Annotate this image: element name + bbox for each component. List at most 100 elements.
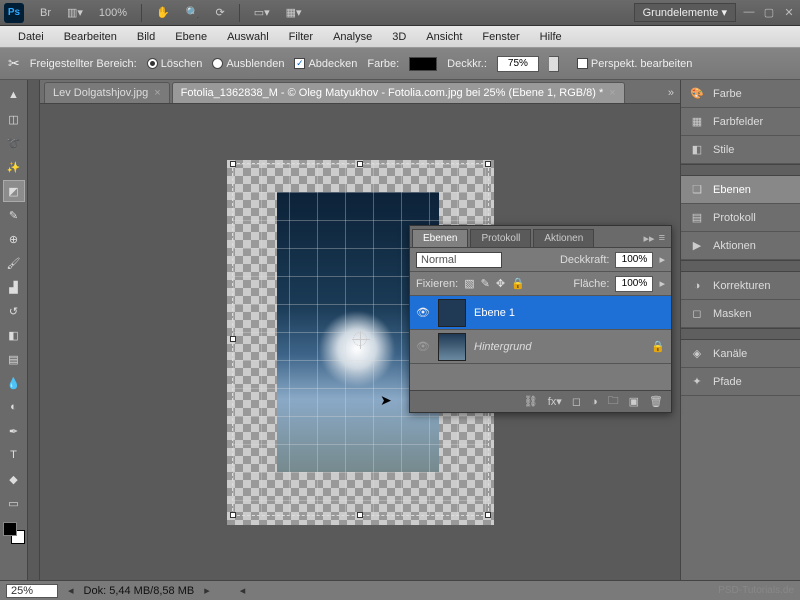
new-layer-icon[interactable]: ▣ bbox=[629, 395, 639, 408]
lock-pixels-icon[interactable]: ✎ bbox=[481, 277, 490, 290]
panel-masken[interactable]: ◻Masken bbox=[681, 300, 800, 328]
layers-tab-aktionen[interactable]: Aktionen bbox=[533, 229, 594, 247]
layer-mask-icon[interactable]: ◻ bbox=[572, 395, 581, 408]
shape-tool[interactable]: ▭ bbox=[3, 492, 25, 514]
layer-opacity-input[interactable]: 100% bbox=[615, 252, 653, 268]
tab-document-1[interactable]: Fotolia_1362838_M - © Oleg Matyukhov - F… bbox=[172, 82, 625, 103]
crop-handle[interactable] bbox=[357, 161, 363, 167]
menu-analyse[interactable]: Analyse bbox=[323, 28, 382, 46]
layer-fx-icon[interactable]: fx▾ bbox=[548, 395, 562, 408]
tab-overflow[interactable]: » bbox=[662, 83, 680, 103]
cover-color-swatch[interactable] bbox=[409, 57, 437, 71]
heal-tool[interactable]: ⊕ bbox=[3, 228, 25, 250]
menu-ebene[interactable]: Ebene bbox=[165, 28, 217, 46]
menu-fenster[interactable]: Fenster bbox=[472, 28, 529, 46]
menu-ansicht[interactable]: Ansicht bbox=[416, 28, 472, 46]
hand-icon[interactable]: ✋ bbox=[152, 4, 174, 21]
bridge-button[interactable]: Br bbox=[36, 5, 55, 21]
crop-handle[interactable] bbox=[230, 512, 236, 518]
layer-row[interactable]: 👁 Ebene 1 bbox=[410, 296, 671, 330]
color-swatches[interactable] bbox=[3, 522, 25, 544]
status-scroll-left[interactable]: ◂ bbox=[240, 584, 246, 597]
radio-delete[interactable]: Löschen bbox=[147, 58, 203, 70]
lock-position-icon[interactable]: ✥ bbox=[496, 277, 505, 290]
delete-layer-icon[interactable]: 🗑 bbox=[649, 395, 663, 408]
panel-collapse-icon[interactable]: ▸▸ bbox=[644, 232, 655, 245]
lock-transparent-icon[interactable]: ▧ bbox=[464, 277, 474, 290]
panel-protokoll[interactable]: ▤Protokoll bbox=[681, 204, 800, 232]
layer-name[interactable]: Ebene 1 bbox=[474, 307, 665, 319]
move-tool[interactable]: ▲ bbox=[3, 84, 25, 106]
close-icon[interactable]: × bbox=[609, 87, 615, 99]
minimize-button[interactable]: — bbox=[742, 6, 756, 20]
panel-aktionen[interactable]: ▶Aktionen bbox=[681, 232, 800, 260]
close-icon[interactable]: × bbox=[154, 87, 160, 99]
menu-bild[interactable]: Bild bbox=[127, 28, 165, 46]
pen-tool[interactable]: ✒ bbox=[3, 420, 25, 442]
layer-fill-input[interactable]: 100% bbox=[615, 276, 653, 292]
crop-handle[interactable] bbox=[357, 512, 363, 518]
lasso-tool[interactable]: ➰ bbox=[3, 132, 25, 154]
status-menu-icon[interactable]: ▸ bbox=[204, 584, 210, 597]
radio-hide[interactable]: Ausblenden bbox=[212, 58, 284, 70]
panel-korrekturen[interactable]: ◑Korrekturen bbox=[681, 272, 800, 300]
visibility-icon[interactable]: 👁 bbox=[416, 306, 430, 320]
tab-document-0[interactable]: Lev Dolgatshjov.jpg× bbox=[44, 82, 170, 103]
layer-row[interactable]: 👁 Hintergrund 🔒 bbox=[410, 330, 671, 364]
visibility-icon[interactable]: 👁 bbox=[416, 340, 430, 354]
layer-group-icon[interactable]: 🗀 bbox=[608, 392, 619, 411]
dock-strip-left[interactable] bbox=[28, 80, 40, 580]
close-button[interactable]: ✕ bbox=[782, 6, 796, 20]
fill-dropdown[interactable]: ▸ bbox=[659, 277, 665, 290]
rotate-view-icon[interactable]: ⟳ bbox=[211, 4, 228, 21]
opacity-stepper[interactable] bbox=[549, 56, 559, 72]
opacity-dropdown[interactable]: ▸ bbox=[659, 253, 665, 266]
crop-handle[interactable] bbox=[230, 336, 236, 342]
menu-bearbeiten[interactable]: Bearbeiten bbox=[54, 28, 127, 46]
menu-datei[interactable]: Datei bbox=[8, 28, 54, 46]
maximize-button[interactable]: ▢ bbox=[762, 6, 776, 20]
check-cover[interactable]: ✓Abdecken bbox=[294, 58, 357, 70]
check-perspective[interactable]: Perspekt. bearbeiten bbox=[577, 58, 693, 70]
lock-all-icon[interactable]: 🔒 bbox=[511, 277, 525, 290]
opacity-input[interactable]: 75% bbox=[497, 56, 539, 72]
panel-pfade[interactable]: ✦Pfade bbox=[681, 368, 800, 396]
dodge-tool[interactable]: ◐ bbox=[3, 396, 25, 418]
layer-thumbnail[interactable] bbox=[438, 333, 466, 361]
panel-farbe[interactable]: 🎨Farbe bbox=[681, 80, 800, 108]
stamp-tool[interactable]: ▟ bbox=[3, 276, 25, 298]
gradient-tool[interactable]: ▤ bbox=[3, 348, 25, 370]
crop-handle[interactable] bbox=[230, 161, 236, 167]
crop-tool[interactable]: ◩ bbox=[3, 180, 25, 202]
menu-hilfe[interactable]: Hilfe bbox=[530, 28, 572, 46]
workspace-select[interactable]: Grundelemente ▾ bbox=[634, 3, 736, 22]
zoom-field[interactable]: 25% bbox=[6, 584, 58, 598]
menu-auswahl[interactable]: Auswahl bbox=[217, 28, 279, 46]
layers-tab-ebenen[interactable]: Ebenen bbox=[412, 229, 468, 247]
panel-ebenen[interactable]: ❏Ebenen bbox=[681, 176, 800, 204]
crop-handle[interactable] bbox=[485, 512, 491, 518]
wand-tool[interactable]: ✨ bbox=[3, 156, 25, 178]
layer-thumbnail[interactable] bbox=[438, 299, 466, 327]
menu-3d[interactable]: 3D bbox=[382, 28, 416, 46]
status-prev-icon[interactable]: ◂ bbox=[68, 584, 74, 597]
zoom-icon[interactable]: 🔍 bbox=[182, 4, 204, 21]
link-layers-icon[interactable]: ⛓ bbox=[524, 395, 538, 408]
type-tool[interactable]: T bbox=[3, 444, 25, 466]
blur-tool[interactable]: 💧 bbox=[3, 372, 25, 394]
panel-menu-icon[interactable]: ≡ bbox=[659, 232, 665, 245]
layers-tab-protokoll[interactable]: Protokoll bbox=[470, 229, 531, 247]
panel-stile[interactable]: ◧Stile bbox=[681, 136, 800, 164]
eyedropper-tool[interactable]: ✎ bbox=[3, 204, 25, 226]
eraser-tool[interactable]: ◧ bbox=[3, 324, 25, 346]
history-brush-tool[interactable]: ↺ bbox=[3, 300, 25, 322]
crop-handle[interactable] bbox=[485, 161, 491, 167]
zoom-level[interactable]: 100% bbox=[95, 5, 131, 21]
panel-farbfelder[interactable]: ▦Farbfelder bbox=[681, 108, 800, 136]
path-select-tool[interactable]: ◆ bbox=[3, 468, 25, 490]
arrange-button[interactable]: ▥▾ bbox=[63, 4, 87, 21]
marquee-tool[interactable]: ◫ bbox=[3, 108, 25, 130]
screenmode-icon[interactable]: ▭▾ bbox=[250, 4, 274, 21]
extras-icon[interactable]: ▦▾ bbox=[282, 4, 306, 21]
menu-filter[interactable]: Filter bbox=[279, 28, 323, 46]
